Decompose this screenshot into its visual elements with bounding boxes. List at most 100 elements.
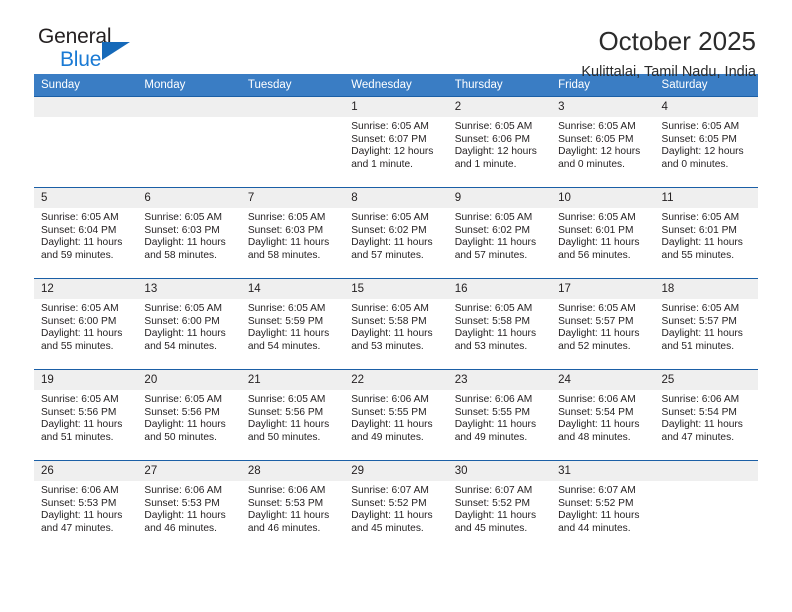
day-details: Sunrise: 6:06 AM Sunset: 5:55 PM Daylight:… [344, 390, 447, 444]
day-details: Sunrise: 6:05 AM Sunset: 6:03 PM Daylight:… [137, 208, 240, 262]
sunset-text: Sunset: 5:52 PM [454, 497, 531, 509]
day-details: Sunrise: 6:05 AM Sunset: 6:02 PM Daylight:… [448, 208, 551, 262]
day-number: 20 [137, 370, 241, 390]
day-details: Sunrise: 6:06 AM Sunset: 5:53 PM Daylight:… [34, 481, 137, 535]
sunset-text: Sunset: 6:02 PM [351, 224, 427, 236]
sunrise-text: Sunrise: 6:05 AM [144, 212, 223, 223]
sunset-text: Sunset: 5:56 PM [247, 406, 324, 418]
sunrise-text: Sunrise: 6:05 AM [351, 212, 429, 223]
daylight-text: Daylight: 11 hours and 49 minutes. [351, 419, 433, 443]
sunrise-text: Sunrise: 6:05 AM [247, 212, 326, 223]
day-number: 16 [447, 279, 552, 299]
day-number: 9 [447, 188, 552, 208]
day-number: 18 [654, 279, 758, 299]
day-details: Sunrise: 6:05 AM Sunset: 6:05 PM Daylight:… [655, 117, 758, 171]
day-number: 31 [551, 461, 655, 481]
sunrise-text: Sunrise: 6:07 AM [454, 485, 533, 496]
sunrise-text: Sunrise: 6:06 AM [41, 485, 119, 496]
sunset-text: Sunset: 5:54 PM [558, 406, 634, 418]
day-details: Sunrise: 6:06 AM Sunset: 5:54 PM Daylight:… [551, 390, 654, 444]
day-number: 26 [34, 461, 138, 481]
sunrise-text: Sunrise: 6:07 AM [351, 485, 429, 496]
daylight-text: Daylight: 11 hours and 44 minutes. [558, 510, 640, 534]
sunrise-text: Sunrise: 6:06 AM [351, 394, 429, 405]
sunrise-text: Sunrise: 6:05 AM [661, 121, 740, 132]
sunset-text: Sunset: 5:55 PM [351, 406, 427, 418]
sunset-text: Sunset: 5:57 PM [558, 315, 634, 327]
day-details: Sunrise: 6:07 AM Sunset: 5:52 PM Daylight:… [448, 481, 551, 535]
daylight-text: Daylight: 11 hours and 51 minutes. [661, 328, 743, 352]
calendar-day-cell: 18 Sunrise: 6:05 AM Sunset: 5:57 PM Dayligh… [654, 278, 758, 370]
daylight-text: Daylight: 12 hours and 0 minutes. [661, 146, 744, 170]
day-number: 4 [654, 97, 758, 117]
day-number: 28 [240, 461, 345, 481]
sunrise-text: Sunrise: 6:05 AM [351, 121, 429, 132]
sunrise-text: Sunrise: 6:05 AM [144, 303, 223, 314]
day-details: Sunrise: 6:06 AM Sunset: 5:55 PM Daylight:… [448, 390, 551, 444]
sunset-text: Sunset: 6:00 PM [144, 315, 220, 327]
calendar-cell-empty [240, 96, 345, 188]
daylight-text: Daylight: 12 hours and 0 minutes. [558, 146, 641, 170]
calendar-day-cell: 17 Sunrise: 6:05 AM Sunset: 5:57 PM Dayligh… [551, 278, 655, 370]
daylight-text: Daylight: 11 hours and 51 minutes. [41, 419, 123, 443]
sunrise-text: Sunrise: 6:05 AM [247, 303, 326, 314]
sunrise-text: Sunrise: 6:05 AM [41, 212, 119, 223]
sunset-text: Sunset: 6:07 PM [351, 133, 427, 145]
day-number: 30 [447, 461, 552, 481]
sunset-text: Sunset: 5:58 PM [351, 315, 427, 327]
calendar-day-cell: 3 Sunrise: 6:05 AM Sunset: 6:05 PM Daylight… [551, 96, 655, 188]
sunrise-text: Sunrise: 6:05 AM [454, 212, 533, 223]
day-number: 12 [34, 279, 138, 299]
calendar-day-cell: 11 Sunrise: 6:05 AM Sunset: 6:01 PM Dayligh… [654, 187, 758, 279]
calendar-day-cell: 2 Sunrise: 6:05 AM Sunset: 6:06 PM Daylight… [447, 96, 552, 188]
calendar-day-cell: 31 Sunrise: 6:07 AM Sunset: 5:52 PM Dayligh… [551, 460, 655, 551]
weekday-header-wednesday: Wednesday [344, 74, 448, 97]
day-number: 23 [447, 370, 552, 390]
sunset-text: Sunset: 5:55 PM [454, 406, 531, 418]
sunrise-text: Sunrise: 6:05 AM [247, 394, 326, 405]
weekday-header-monday: Monday [137, 74, 241, 97]
calendar-day-cell: 7 Sunrise: 6:05 AM Sunset: 6:03 PM Daylight… [240, 187, 345, 279]
day-details: Sunrise: 6:05 AM Sunset: 6:01 PM Daylight:… [551, 208, 654, 262]
calendar-day-cell: 4 Sunrise: 6:05 AM Sunset: 6:05 PM Daylight… [654, 96, 758, 188]
sunset-text: Sunset: 6:06 PM [454, 133, 531, 145]
sunset-text: Sunset: 6:03 PM [144, 224, 220, 236]
sunrise-text: Sunrise: 6:05 AM [454, 121, 533, 132]
day-details: Sunrise: 6:05 AM Sunset: 6:02 PM Daylight:… [344, 208, 447, 262]
calendar-day-cell: 21 Sunrise: 6:05 AM Sunset: 5:56 PM Dayligh… [240, 369, 345, 461]
day-number [34, 97, 138, 117]
day-number: 22 [344, 370, 448, 390]
day-number: 10 [551, 188, 655, 208]
daylight-text: Daylight: 11 hours and 45 minutes. [351, 510, 433, 534]
calendar-cell-empty [654, 460, 758, 551]
calendar-day-cell: 15 Sunrise: 6:05 AM Sunset: 5:58 PM Dayligh… [344, 278, 448, 370]
day-details: Sunrise: 6:05 AM Sunset: 5:56 PM Daylight:… [137, 390, 240, 444]
day-number: 3 [551, 97, 655, 117]
day-details: Sunrise: 6:05 AM Sunset: 6:05 PM Daylight:… [551, 117, 654, 171]
calendar-day-cell: 9 Sunrise: 6:05 AM Sunset: 6:02 PM Daylight… [447, 187, 552, 279]
sunset-text: Sunset: 5:59 PM [247, 315, 324, 327]
sunrise-sunset-calendar: Sunday Monday Tuesday Wednesday Thursday… [34, 74, 758, 551]
day-number: 15 [344, 279, 448, 299]
calendar-cell-empty [137, 96, 241, 188]
daylight-text: Daylight: 11 hours and 46 minutes. [247, 510, 330, 534]
day-number: 19 [34, 370, 138, 390]
sunset-text: Sunset: 6:04 PM [41, 224, 117, 236]
day-number: 11 [654, 188, 758, 208]
calendar-day-cell: 24 Sunrise: 6:06 AM Sunset: 5:54 PM Dayligh… [551, 369, 655, 461]
day-number: 6 [137, 188, 241, 208]
daylight-text: Daylight: 11 hours and 45 minutes. [454, 510, 537, 534]
day-number: 14 [240, 279, 345, 299]
sunset-text: Sunset: 5:58 PM [454, 315, 531, 327]
day-details: Sunrise: 6:05 AM Sunset: 6:00 PM Daylight:… [34, 299, 137, 353]
day-number: 17 [551, 279, 655, 299]
sunset-text: Sunset: 5:56 PM [144, 406, 220, 418]
day-details: Sunrise: 6:05 AM Sunset: 6:03 PM Daylight:… [241, 208, 344, 262]
calendar-body: 1 Sunrise: 6:05 AM Sunset: 6:07 PM Daylight… [34, 96, 758, 551]
calendar-day-cell: 8 Sunrise: 6:05 AM Sunset: 6:02 PM Daylight… [344, 187, 448, 279]
calendar-week-row: 5 Sunrise: 6:05 AM Sunset: 6:04 PM Daylight… [34, 187, 758, 279]
sunrise-text: Sunrise: 6:05 AM [351, 303, 429, 314]
day-number: 8 [344, 188, 448, 208]
calendar-day-cell: 1 Sunrise: 6:05 AM Sunset: 6:07 PM Daylight… [344, 96, 448, 188]
sunset-text: Sunset: 5:56 PM [41, 406, 117, 418]
